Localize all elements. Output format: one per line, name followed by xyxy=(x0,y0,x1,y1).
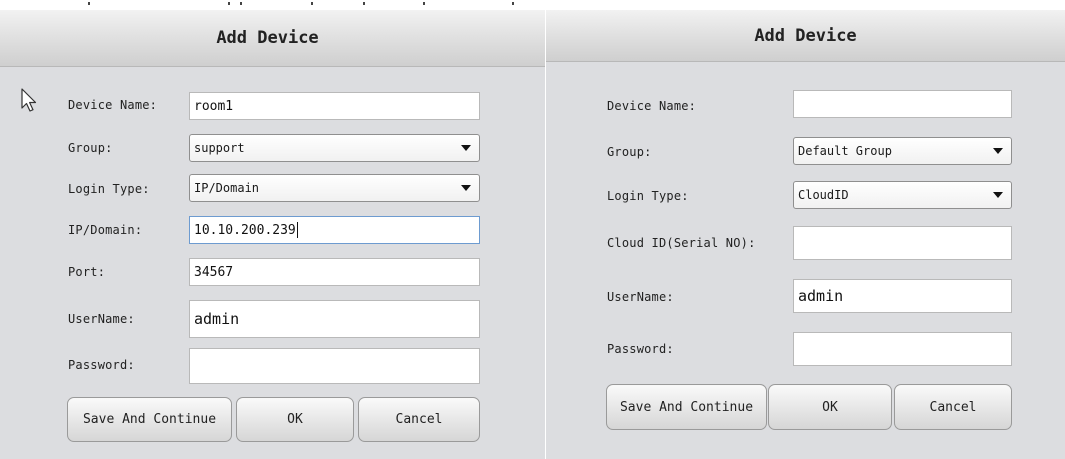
text-caret xyxy=(296,222,298,238)
password-input[interactable] xyxy=(793,332,1012,366)
group-label: Group: xyxy=(607,145,652,159)
ip-domain-input[interactable]: 10.10.200.239 xyxy=(189,216,480,244)
login-type-select-value: IP/Domain xyxy=(194,181,260,195)
cancel-button[interactable]: Cancel xyxy=(358,397,480,442)
cloud-id-label: Cloud ID(Serial NO): xyxy=(607,236,756,250)
login-type-label: Login Type: xyxy=(607,189,689,203)
device-name-input[interactable]: room1 xyxy=(189,92,480,120)
login-type-select-value: CloudID xyxy=(798,188,849,202)
add-device-dialog-ip: Add Device Device Name: room1 Group: sup… xyxy=(0,0,545,459)
username-label: UserName: xyxy=(68,312,135,326)
group-select[interactable]: support xyxy=(189,134,480,162)
port-label: Port: xyxy=(68,265,106,279)
triangle-down-icon xyxy=(993,148,1003,154)
password-label: Password: xyxy=(68,358,135,372)
ok-button[interactable]: OK xyxy=(768,384,892,430)
save-and-continue-button[interactable]: Save And Continue xyxy=(606,384,767,430)
dialog-title: Add Device xyxy=(546,10,1065,62)
ok-button[interactable]: OK xyxy=(236,397,354,442)
login-type-select[interactable]: CloudID xyxy=(793,181,1012,209)
username-label: UserName: xyxy=(607,290,674,304)
ip-domain-label: IP/Domain: xyxy=(68,223,143,237)
dialog-title: Add Device xyxy=(0,10,545,67)
window-edge-strip xyxy=(0,0,545,10)
password-label: Password: xyxy=(607,342,674,356)
add-device-dialog-cloud: Add Device Device Name: Group: Default G… xyxy=(546,0,1065,459)
password-input[interactable] xyxy=(189,348,480,384)
username-input[interactable]: admin xyxy=(793,279,1012,313)
cancel-button[interactable]: Cancel xyxy=(894,384,1012,430)
login-type-select[interactable]: IP/Domain xyxy=(189,174,480,202)
triangle-down-icon xyxy=(461,145,471,151)
login-type-label: Login Type: xyxy=(68,182,150,196)
device-name-label: Device Name: xyxy=(607,99,697,113)
group-select-value: support xyxy=(194,141,245,155)
device-name-input[interactable] xyxy=(793,90,1012,118)
cloud-id-input[interactable] xyxy=(793,226,1012,260)
save-and-continue-button[interactable]: Save And Continue xyxy=(67,397,232,442)
device-name-label: Device Name: xyxy=(68,98,158,112)
group-select-value: Default Group xyxy=(798,144,892,158)
window-edge-strip xyxy=(546,0,1065,10)
username-input[interactable]: admin xyxy=(189,300,480,338)
group-label: Group: xyxy=(68,141,113,155)
triangle-down-icon xyxy=(461,185,471,191)
mouse-pointer-icon xyxy=(21,88,37,112)
triangle-down-icon xyxy=(993,192,1003,198)
port-input[interactable]: 34567 xyxy=(189,258,480,286)
group-select[interactable]: Default Group xyxy=(793,137,1012,165)
ip-domain-value: 10.10.200.239 xyxy=(194,222,296,238)
